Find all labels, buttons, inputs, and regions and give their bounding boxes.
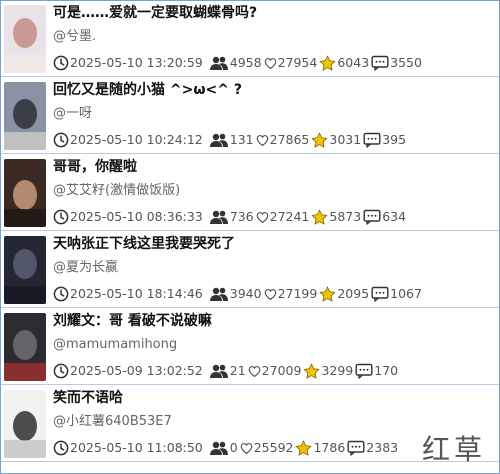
clock-icon (53, 363, 69, 379)
comment-count: 634 (382, 209, 407, 224)
comment-count: 2383 (366, 440, 399, 455)
star-icon[interactable] (295, 440, 312, 457)
stats-row: 2025-05-10 18:14:46 3940 27199 2095 1067 (53, 285, 495, 303)
publish-time: 2025-05-10 08:36:33 (70, 209, 203, 224)
comment-count: 170 (374, 363, 399, 378)
viewer-count: 0 (229, 440, 238, 455)
comment-count: 1067 (390, 286, 422, 301)
viewer-count: 736 (229, 209, 254, 224)
comment-icon[interactable] (355, 363, 373, 379)
people-icon (209, 363, 229, 379)
clock-icon (53, 132, 69, 148)
video-thumbnail[interactable] (4, 82, 46, 150)
favorite-count: 5873 (329, 209, 362, 224)
people-icon (209, 55, 229, 71)
like-count: 27954 (277, 55, 318, 70)
stats-row: 2025-05-09 13:02:52 21 27009 3299 170 (53, 362, 495, 380)
video-title[interactable]: 哥哥，你醒啦 (53, 158, 493, 176)
watermark-logo: 红草 (421, 433, 486, 466)
heart-icon[interactable] (264, 288, 277, 301)
favorite-count: 3031 (329, 132, 362, 147)
list-item[interactable]: 回忆又是随的小猫 ^>ω<^ ? @一呀 2025-05-10 10:24:12 13… (1, 78, 499, 154)
video-thumbnail[interactable] (4, 313, 46, 381)
people-icon (209, 440, 229, 456)
list-item[interactable]: 刘耀文：哥 看破不说破嘛 @mamumamihong 2025-05-09 13:0… (1, 309, 499, 385)
star-icon[interactable] (303, 363, 320, 380)
author-name[interactable]: @兮墨. (53, 28, 493, 46)
stats-row: 2025-05-10 13:20:59 4958 27954 6043 3550 (53, 54, 495, 72)
video-thumbnail[interactable] (4, 5, 46, 73)
list-item[interactable]: 哥哥，你醒啦 @艾艾籽(激情做饭版) 2025-05-10 08:36:33 736 2… (1, 155, 499, 231)
clock-icon (53, 55, 69, 71)
favorite-count: 6043 (337, 55, 370, 70)
video-title[interactable]: 可是……爱就一定要取蝴蝶骨吗? (53, 4, 493, 22)
publish-time: 2025-05-10 18:14:46 (70, 286, 203, 301)
video-title[interactable]: 回忆又是随的小猫 ^>ω<^ ? (53, 81, 493, 99)
heart-icon[interactable] (248, 365, 261, 378)
star-icon[interactable] (319, 55, 336, 72)
heart-icon[interactable] (264, 57, 277, 70)
publish-time: 2025-05-10 11:08:50 (70, 440, 203, 455)
list-item[interactable]: 天呐张正下线这里我要哭死了 @夏为长嬴 2025-05-10 18:14:46 394… (1, 232, 499, 308)
star-icon[interactable] (319, 286, 336, 303)
clock-icon (53, 440, 69, 456)
star-icon[interactable] (311, 209, 328, 226)
publish-time: 2025-05-09 13:02:52 (70, 363, 203, 378)
video-title[interactable]: 刘耀文：哥 看破不说破嘛 (53, 312, 493, 330)
like-count: 27865 (269, 132, 310, 147)
like-count: 25592 (253, 440, 294, 455)
heart-icon[interactable] (240, 442, 253, 455)
favorite-count: 1786 (313, 440, 346, 455)
like-count: 27241 (269, 209, 310, 224)
stats-row: 2025-05-10 08:36:33 736 27241 5873 634 (53, 208, 495, 226)
comment-icon[interactable] (363, 132, 381, 148)
stats-row: 2025-05-10 10:24:12 131 27865 3031 395 (53, 131, 495, 149)
video-thumbnail[interactable] (4, 236, 46, 304)
comment-icon[interactable] (371, 286, 389, 302)
comment-icon[interactable] (347, 440, 365, 456)
author-name[interactable]: @艾艾籽(激情做饭版) (53, 182, 493, 200)
people-icon (209, 286, 229, 302)
video-title[interactable]: 笑而不语哈 (53, 389, 493, 407)
comment-icon[interactable] (363, 209, 381, 225)
heart-icon[interactable] (256, 211, 269, 224)
publish-time: 2025-05-10 10:24:12 (70, 132, 203, 147)
author-name[interactable]: @夏为长嬴 (53, 259, 493, 277)
viewer-count: 4958 (229, 55, 262, 70)
viewer-count: 21 (229, 363, 246, 378)
video-thumbnail[interactable] (4, 159, 46, 227)
clock-icon (53, 209, 69, 225)
video-thumbnail[interactable] (4, 390, 46, 458)
like-count: 27199 (277, 286, 318, 301)
viewer-count: 3940 (229, 286, 262, 301)
author-name[interactable]: @一呀 (53, 105, 493, 123)
list-item[interactable]: 可是……爱就一定要取蝴蝶骨吗? @兮墨. 2025-05-10 13:20:59 49… (1, 1, 499, 77)
viewer-count: 131 (229, 132, 254, 147)
favorite-count: 3299 (321, 363, 354, 378)
favorite-count: 2095 (337, 286, 370, 301)
clock-icon (53, 286, 69, 302)
people-icon (209, 209, 229, 225)
comment-icon[interactable] (371, 55, 389, 71)
video-title[interactable]: 天呐张正下线这里我要哭死了 (53, 235, 493, 253)
people-icon (209, 132, 229, 148)
star-icon[interactable] (311, 132, 328, 149)
comment-count: 395 (382, 132, 407, 147)
like-count: 27009 (261, 363, 302, 378)
heart-icon[interactable] (256, 134, 269, 147)
author-name[interactable]: @mamumamihong (53, 336, 493, 354)
comment-count: 3550 (390, 55, 422, 70)
publish-time: 2025-05-10 13:20:59 (70, 55, 203, 70)
